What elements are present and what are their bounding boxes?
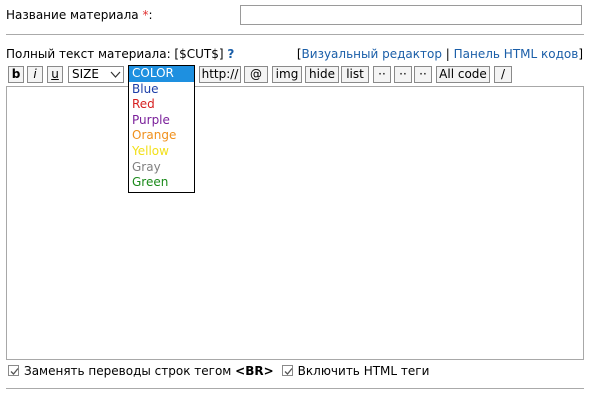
html-panel-link[interactable]: Панель HTML кодов <box>454 47 579 61</box>
color-option-orange[interactable]: Orange <box>129 128 194 144</box>
hide-button[interactable]: hide <box>305 66 339 83</box>
options-row: Заменять переводы строк тегом <BR> Включ… <box>8 364 437 378</box>
dots-button-3[interactable]: ·· <box>414 66 432 83</box>
color-option-red[interactable]: Red <box>129 97 194 113</box>
list-button[interactable]: list <box>341 66 369 83</box>
title-label: Название материала *: <box>6 8 153 22</box>
img-button[interactable]: img <box>272 66 302 83</box>
color-option-yellow[interactable]: Yellow <box>129 144 194 160</box>
color-option-blue[interactable]: Blue <box>129 82 194 98</box>
close-tags-button[interactable]: / <box>494 66 512 83</box>
divider-bottom <box>6 388 584 389</box>
divider-top <box>6 34 584 35</box>
color-option-green[interactable]: Green <box>129 175 194 191</box>
material-text-editor[interactable] <box>6 86 584 360</box>
color-option-purple[interactable]: Purple <box>129 113 194 129</box>
enable-html-label: Включить HTML теги <box>297 364 430 378</box>
email-button[interactable]: @ <box>244 66 268 83</box>
color-dropdown-list[interactable]: COLOR Blue Red Purple Orange Yellow Gray Green <box>128 65 195 193</box>
underline-button[interactable]: u <box>47 66 63 83</box>
dots-button-2[interactable]: ·· <box>394 66 412 83</box>
chevron-down-icon <box>110 67 121 82</box>
color-option-color[interactable]: COLOR <box>129 66 194 82</box>
help-link[interactable]: ? <box>227 47 234 61</box>
visual-editor-link[interactable]: Визуальный редактор <box>302 47 442 61</box>
check-icon <box>284 368 293 375</box>
italic-button[interactable]: i <box>27 66 43 83</box>
bold-button[interactable]: b <box>8 66 24 83</box>
http-link-button[interactable]: http:// <box>199 66 241 83</box>
replace-br-label: Заменять переводы строк тегом <BR> <box>24 364 274 378</box>
dots-button-1[interactable]: ·· <box>373 66 391 83</box>
editor-mode-links: [Визуальный редактор | Панель HTML кодов… <box>296 47 583 61</box>
fulltext-label: Полный текст материала: [$CUT$] ? <box>6 47 235 61</box>
size-select[interactable]: SIZE <box>68 66 124 83</box>
all-code-button[interactable]: All code <box>436 66 490 83</box>
enable-html-checkbox[interactable] <box>281 365 293 376</box>
replace-br-checkbox[interactable] <box>8 365 19 376</box>
title-input[interactable] <box>240 5 582 25</box>
color-option-gray[interactable]: Gray <box>129 160 194 176</box>
check-icon <box>10 368 19 375</box>
